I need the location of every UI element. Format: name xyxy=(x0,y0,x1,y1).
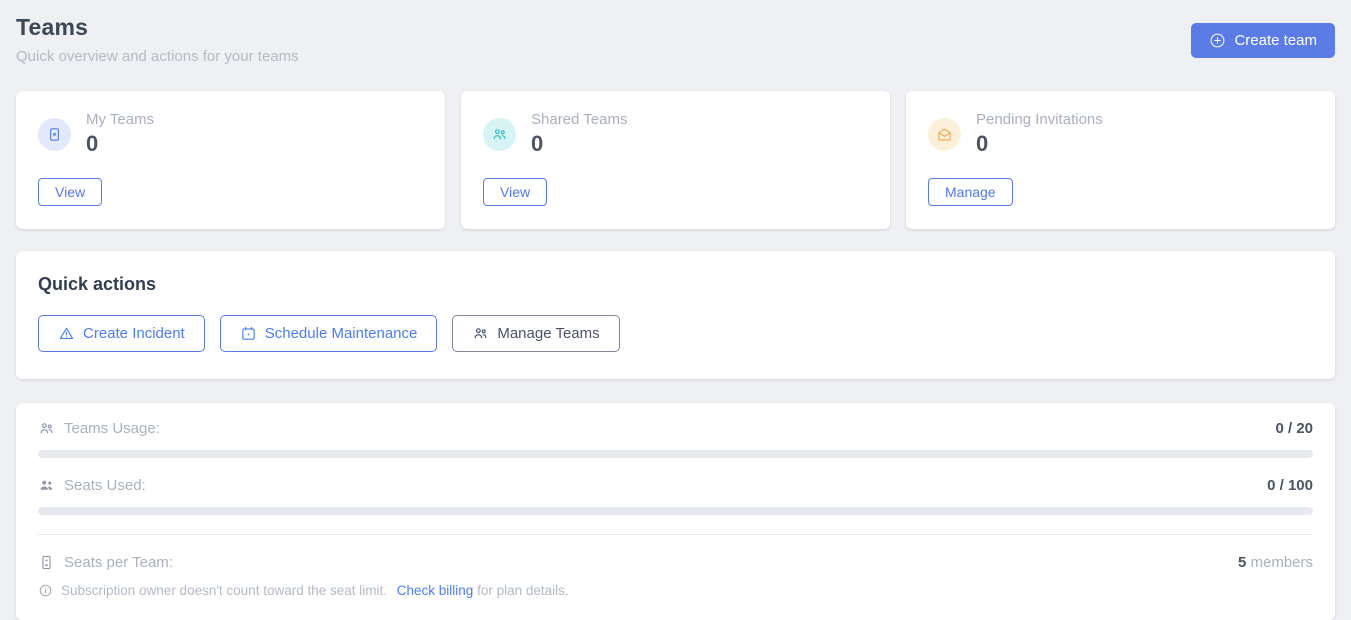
teams-usage-row: Teams Usage: 0 / 20 xyxy=(38,420,1313,437)
teams-page: Teams Quick overview and actions for you… xyxy=(0,0,1351,620)
teams-usage-label: Teams Usage: xyxy=(64,420,160,437)
quick-actions-panel: Quick actions Create Incident Schedule M… xyxy=(16,251,1335,379)
stat-head: Shared Teams 0 xyxy=(483,111,868,157)
create-incident-button[interactable]: Create Incident xyxy=(38,315,205,352)
stat-label: My Teams xyxy=(86,111,154,128)
shared-teams-card: Shared Teams 0 View xyxy=(461,91,890,229)
my-teams-card: My Teams 0 View xyxy=(16,91,445,229)
calendar-icon xyxy=(240,325,257,342)
seats-used-label: Seats Used: xyxy=(64,477,146,494)
manage-teams-button[interactable]: Manage Teams xyxy=(452,315,619,352)
stat-texts: Shared Teams 0 xyxy=(531,111,627,157)
stat-value: 0 xyxy=(531,131,627,157)
address-book-icon xyxy=(38,118,71,151)
stat-label: Pending Invitations xyxy=(976,111,1103,128)
schedule-maintenance-label: Schedule Maintenance xyxy=(265,325,418,342)
seats-used-progressbar xyxy=(38,507,1313,515)
quick-actions-title: Quick actions xyxy=(38,274,1313,295)
view-shared-teams-button[interactable]: View xyxy=(483,178,547,206)
seats-used-label-group: Seats Used: xyxy=(38,477,146,494)
stat-texts: My Teams 0 xyxy=(86,111,154,157)
stat-head: My Teams 0 xyxy=(38,111,423,157)
id-badge-icon xyxy=(38,554,55,571)
users-group-icon xyxy=(472,325,489,342)
page-subtitle: Quick overview and actions for your team… xyxy=(16,48,299,65)
stat-head: Pending Invitations 0 xyxy=(928,111,1313,157)
seats-per-team-value: 5 members xyxy=(1238,554,1313,571)
users-group-icon xyxy=(483,118,516,151)
users-outline-icon xyxy=(38,420,55,437)
create-incident-label: Create Incident xyxy=(83,325,185,342)
header-text: Teams Quick overview and actions for you… xyxy=(16,14,299,65)
seats-used-row: Seats Used: 0 / 100 xyxy=(38,477,1313,494)
plus-circle-icon xyxy=(1209,32,1226,49)
seats-per-team-number: 5 xyxy=(1238,554,1246,571)
teams-usage-progressbar xyxy=(38,450,1313,458)
create-team-label: Create team xyxy=(1234,32,1317,49)
seats-used-value: 0 / 100 xyxy=(1267,477,1313,494)
teams-usage-value: 0 / 20 xyxy=(1275,420,1313,437)
seats-per-team-suffix: members xyxy=(1250,554,1313,571)
stat-value: 0 xyxy=(976,131,1103,157)
seats-per-team-row: Seats per Team: 5 members xyxy=(38,554,1313,571)
manage-teams-label: Manage Teams xyxy=(497,325,599,342)
seats-per-team-label-group: Seats per Team: xyxy=(38,554,173,571)
manage-invitations-button[interactable]: Manage xyxy=(928,178,1013,206)
pending-invitations-card: Pending Invitations 0 Manage xyxy=(906,91,1335,229)
stat-cards-row: My Teams 0 View Shared Teams 0 View xyxy=(16,91,1335,229)
stat-value: 0 xyxy=(86,131,154,157)
note-suffix-text: for plan details. xyxy=(477,583,569,598)
create-team-button[interactable]: Create team xyxy=(1191,23,1335,58)
usage-panel: Teams Usage: 0 / 20 Seats Used: 0 / 100 xyxy=(16,403,1335,620)
seat-limit-note: Subscription owner doesn't count toward … xyxy=(38,583,1313,598)
schedule-maintenance-button[interactable]: Schedule Maintenance xyxy=(220,315,438,352)
check-billing-link[interactable]: Check billing xyxy=(397,583,474,598)
stat-texts: Pending Invitations 0 xyxy=(976,111,1103,157)
warning-triangle-icon xyxy=(58,325,75,342)
teams-usage-label-group: Teams Usage: xyxy=(38,420,160,437)
info-circle-icon xyxy=(38,583,53,598)
seats-per-team-label: Seats per Team: xyxy=(64,554,173,571)
page-title: Teams xyxy=(16,14,299,41)
page-header: Teams Quick overview and actions for you… xyxy=(16,14,1335,65)
usage-divider xyxy=(38,534,1313,535)
users-filled-icon xyxy=(38,477,55,494)
view-my-teams-button[interactable]: View xyxy=(38,178,102,206)
stat-label: Shared Teams xyxy=(531,111,627,128)
note-text: Subscription owner doesn't count toward … xyxy=(61,583,569,598)
envelope-open-icon xyxy=(928,118,961,151)
quick-actions-buttons: Create Incident Schedule Maintenance Man… xyxy=(38,315,1313,352)
note-main-text: Subscription owner doesn't count toward … xyxy=(61,583,387,598)
